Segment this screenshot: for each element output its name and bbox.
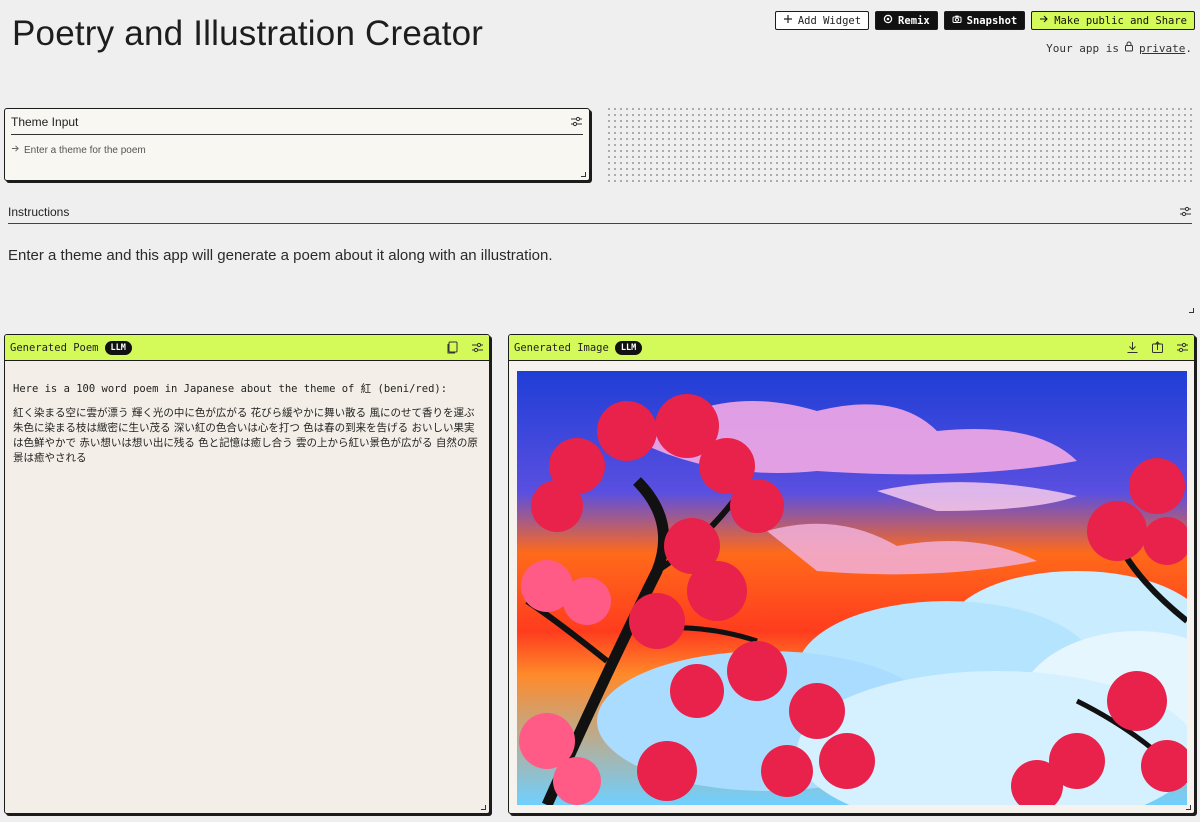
theme-input-title: Theme Input — [11, 114, 79, 129]
add-widget-label: Add Widget — [797, 14, 862, 27]
dotted-placeholder — [606, 106, 1196, 182]
resize-handle[interactable] — [581, 172, 586, 177]
resize-handle[interactable] — [1189, 308, 1194, 313]
privacy-link[interactable]: private — [1139, 42, 1185, 55]
instructions-widget: Instructions Enter a theme and this app … — [8, 200, 1192, 264]
theme-input-placeholder: Enter a theme for the poem — [24, 144, 146, 156]
arrow-right-icon — [11, 144, 20, 156]
generated-poem-panel: Generated Poem LLM Here is a 100 word po… — [4, 334, 490, 814]
generated-poem-title: Generated Poem — [10, 341, 99, 354]
llm-badge: LLM — [614, 340, 643, 355]
lock-icon — [1124, 41, 1134, 55]
instructions-text: Enter a theme and this app will generate… — [8, 247, 553, 264]
share-label: Make public and Share — [1054, 14, 1187, 27]
arrow-right-icon — [1039, 14, 1049, 27]
top-actions: Add Widget Remix Snapshot Make public an… — [774, 11, 1195, 30]
app-title: Poetry and Illustration Creator — [12, 14, 484, 53]
poem-body: 紅く染まる空に雲が漂う 輝く光の中に色が広がる 花びら緩やかに舞い散る 風にのせ… — [13, 407, 478, 464]
camera-icon — [952, 14, 962, 27]
sliders-icon[interactable] — [1179, 205, 1192, 218]
poem-intro: Here is a 100 word poem in Japanese abou… — [13, 383, 448, 395]
theme-input-field[interactable]: Enter a theme for the poem — [11, 144, 583, 156]
share-button[interactable]: Make public and Share — [1031, 11, 1195, 30]
privacy-suffix: . — [1185, 41, 1192, 55]
generated-image-panel: Generated Image LLM — [508, 334, 1195, 814]
copy-icon[interactable] — [446, 341, 459, 354]
snapshot-button[interactable]: Snapshot — [943, 11, 1026, 30]
export-icon[interactable] — [1151, 341, 1164, 354]
generated-image-title: Generated Image — [514, 341, 609, 354]
sliders-icon[interactable] — [471, 341, 484, 354]
sliders-icon[interactable] — [1176, 341, 1189, 354]
add-widget-button[interactable]: Add Widget — [774, 11, 870, 30]
theme-input-widget: Theme Input Enter a theme for the poem — [4, 108, 590, 181]
instructions-title: Instructions — [8, 204, 70, 219]
generated-illustration — [517, 371, 1187, 805]
privacy-status: Your app is private. — [1046, 41, 1192, 55]
sliders-icon[interactable] — [570, 115, 583, 128]
resize-handle[interactable] — [481, 805, 486, 810]
resize-handle[interactable] — [1186, 805, 1191, 810]
remix-icon — [883, 14, 893, 27]
download-icon[interactable] — [1126, 341, 1139, 354]
snapshot-label: Snapshot — [966, 14, 1018, 27]
privacy-prefix: Your app is — [1046, 41, 1120, 55]
remix-button[interactable]: Remix — [875, 11, 938, 30]
remix-label: Remix — [898, 14, 930, 27]
plus-icon — [783, 14, 793, 27]
llm-badge: LLM — [104, 340, 132, 355]
